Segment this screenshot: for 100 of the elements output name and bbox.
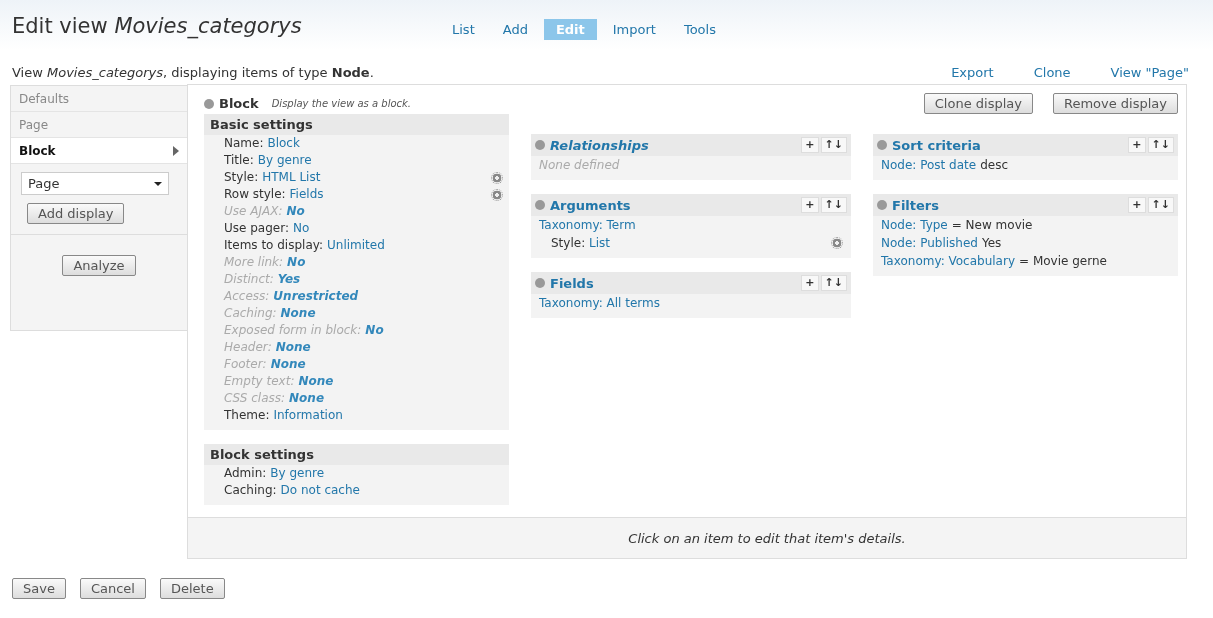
gear-icon[interactable] [491,188,503,201]
help-icon[interactable] [877,200,887,210]
setting-label: CSS class: [224,390,286,407]
section-title[interactable]: Fields [550,275,594,291]
setting-label: Items to display: [224,237,324,254]
setting-value[interactable]: Do not cache [280,482,360,499]
setting-label: Distinct: [224,271,274,288]
setting-value[interactable]: Yes [277,271,301,288]
item-link[interactable]: Node: Type [881,217,948,233]
nav-tab[interactable]: Tools [671,19,728,40]
caret-icon [154,181,162,186]
setting-value[interactable]: No [365,322,384,339]
display-action-button[interactable]: Clone display [923,93,1033,114]
item-link[interactable]: Taxonomy: Term [539,217,636,233]
nav-tab[interactable]: Import [600,19,668,40]
section-title: Block settings [204,444,509,465]
setting-value[interactable]: List [585,236,610,250]
setting-label: Title: [224,152,254,169]
setting-label: Use pager: [224,220,289,237]
display-title: Block [219,96,259,111]
header-link[interactable]: Export [951,65,994,80]
page-title: Edit view Movies_categorys [12,14,303,38]
setting-value[interactable]: None [275,339,311,356]
add-icon[interactable]: + [1128,197,1146,213]
section-title: Basic settings [204,114,509,135]
setting-value[interactable]: Unrestricted [273,288,359,305]
setting-value[interactable]: Fields [289,186,324,203]
setting-value[interactable]: None [298,373,334,390]
setting-label: Style: [551,236,586,250]
form-button[interactable]: Save [12,578,66,599]
help-icon[interactable] [535,278,545,288]
setting-label: More link: [224,254,284,271]
nav-tab[interactable]: List [440,19,487,40]
item-link[interactable]: Taxonomy: All terms [539,295,660,311]
form-button[interactable]: Cancel [79,578,146,599]
setting-label: Name: [224,135,264,152]
add-icon[interactable]: + [801,137,819,153]
nav-tab[interactable]: Add [490,19,540,40]
setting-value[interactable]: By genre [257,152,312,169]
rearrange-icon[interactable]: ↑↓ [1147,137,1174,153]
rearrange-icon[interactable]: ↑↓ [820,197,847,213]
header-link[interactable]: View "Page" [1110,65,1189,80]
setting-label: Caching: [224,305,277,322]
section-title[interactable]: Filters [892,197,939,213]
setting-label: Row style: [224,186,286,203]
empty-note: None defined [538,157,621,174]
item-text: = Movie gerne [1019,253,1107,269]
help-icon[interactable] [204,98,214,109]
analyze-button[interactable]: Analyze [62,255,136,276]
add-icon[interactable]: + [1128,137,1146,153]
setting-value[interactable]: Block [267,135,300,152]
section-title[interactable]: Sort criteria [892,137,981,153]
setting-label: Theme: [224,407,270,424]
rearrange-icon[interactable]: ↑↓ [820,275,847,291]
display-type-select[interactable]: Page [21,172,169,195]
rearrange-icon[interactable]: ↑↓ [1147,197,1174,213]
hint-text: Click on an item to edit that item's details. [628,530,906,546]
section-title[interactable]: Arguments [550,197,631,213]
form-button[interactable]: Delete [159,578,225,599]
help-icon[interactable] [535,200,545,210]
setting-value[interactable]: Unlimited [327,237,385,254]
gear-icon[interactable] [831,237,843,249]
setting-value[interactable]: No [292,220,310,237]
header-link[interactable]: Clone [1033,65,1071,80]
setting-value[interactable]: Information [273,407,343,424]
setting-value[interactable]: None [280,305,316,322]
item-link[interactable]: Node: Published [881,235,978,251]
setting-label: Use AJAX: [224,203,283,220]
setting-value[interactable]: HTML List [262,169,321,186]
view-description: View Movies_categorys, displaying items of type Node. [12,65,374,80]
item-link[interactable]: Node: Post date [881,157,977,173]
item-text: = New movie [951,217,1033,233]
help-icon[interactable] [535,140,545,150]
item-link[interactable]: Taxonomy: Vocabulary [881,253,1015,269]
setting-value[interactable]: None [270,356,306,373]
arrow-icon [173,145,179,156]
setting-label: Caching: [224,482,277,499]
add-display-button[interactable]: Add display [27,203,125,224]
display-description: Display the view as a block. [271,98,412,109]
setting-label: Admin: [224,465,267,482]
item-text: desc [980,157,1008,173]
add-icon[interactable]: + [801,197,819,213]
help-icon[interactable] [877,140,887,150]
add-icon[interactable]: + [801,275,819,291]
display-tab[interactable]: Block [11,138,187,164]
setting-label: Exposed form in block: [224,322,362,339]
setting-label: Empty text: [224,373,295,390]
setting-value[interactable]: None [289,390,325,407]
setting-label: Access: [224,288,270,305]
item-text: Yes [981,235,1002,251]
setting-value[interactable]: No [286,203,305,220]
setting-label: Footer: [224,356,267,373]
rearrange-icon[interactable]: ↑↓ [820,137,847,153]
setting-label: Header: [224,339,272,356]
display-action-button[interactable]: Remove display [1052,93,1178,114]
setting-value[interactable]: No [287,254,306,271]
display-tab[interactable]: Defaults [11,86,187,112]
setting-value[interactable]: By genre [270,465,325,482]
gear-icon[interactable] [491,171,503,184]
section-title[interactable]: Relationships [550,137,649,153]
